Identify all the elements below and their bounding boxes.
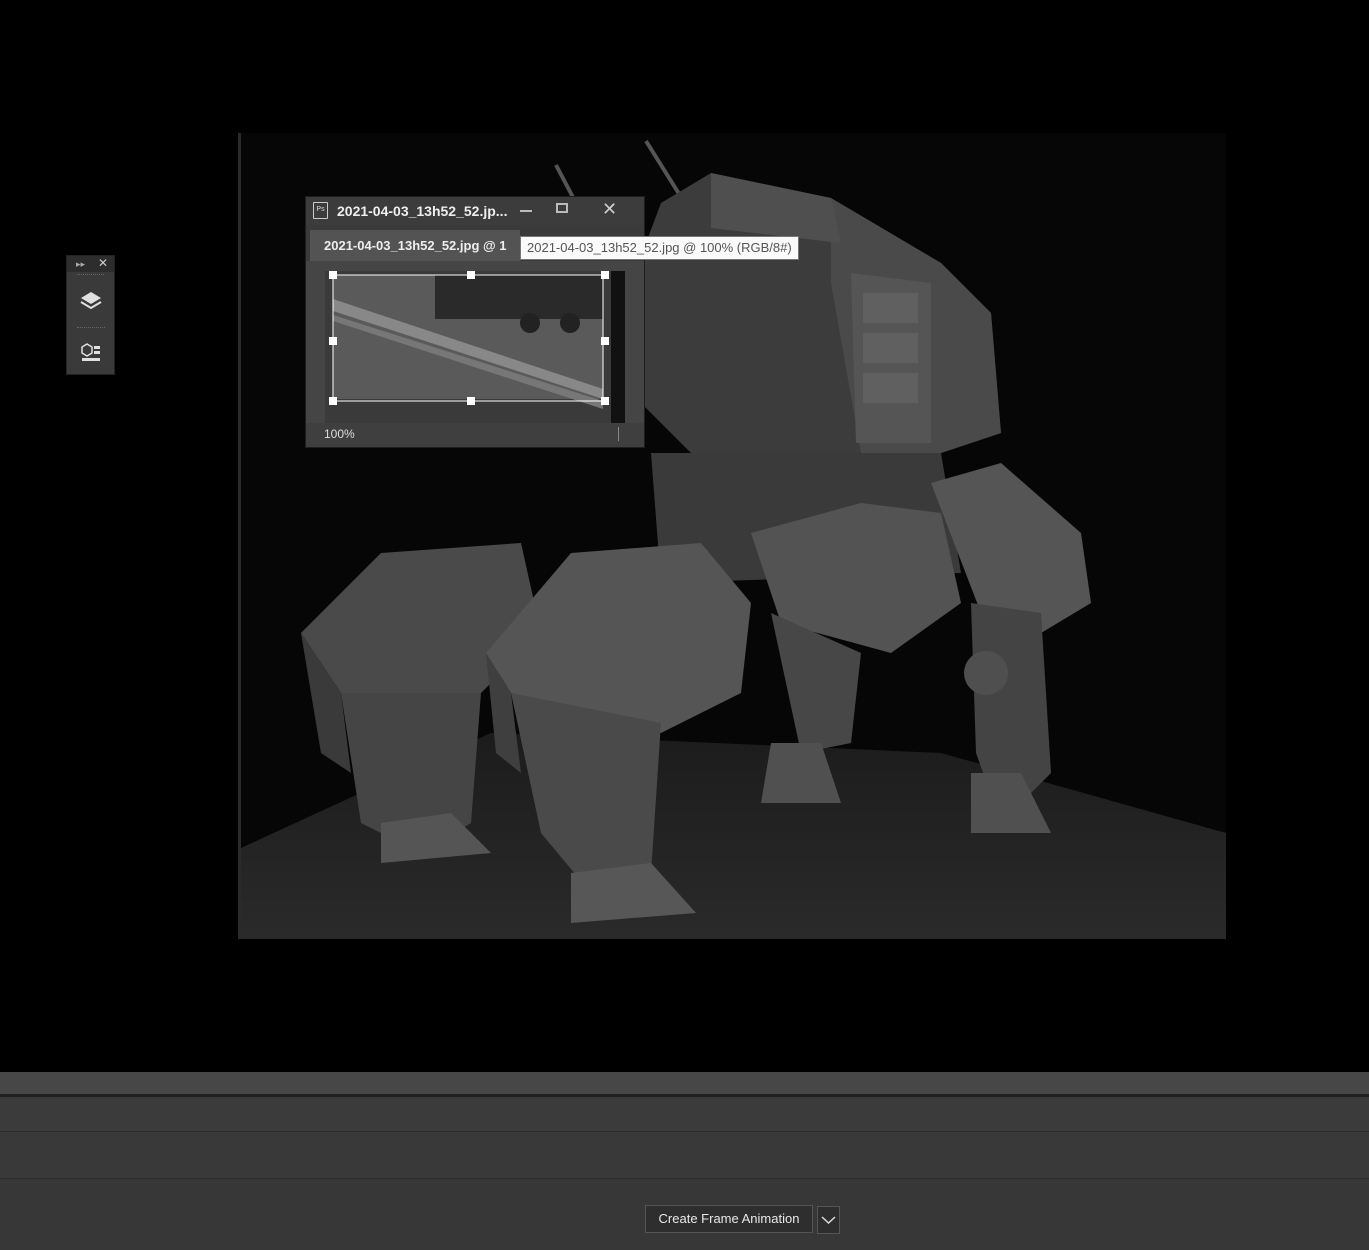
close-window-button[interactable]: ✕ [602, 199, 617, 219]
layers-button[interactable] [75, 286, 107, 316]
create-frame-animation-button[interactable]: Create Frame Animation [645, 1205, 813, 1233]
timeline-toolbar [0, 1097, 1369, 1132]
close-panel-icon[interactable]: ✕ [98, 257, 108, 270]
zoom-level[interactable]: 100% [324, 427, 355, 441]
document-tooltip: 2021-04-03_13h52_52.jpg @ 100% (RGB/8#) [520, 236, 799, 260]
chevron-down-icon [821, 1216, 836, 1225]
layers-icon [80, 292, 102, 310]
window-titlebar[interactable]: Ps 2021-04-03_13h52_52.jp... ✕ [306, 197, 644, 225]
window-title: 2021-04-03_13h52_52.jp... [337, 203, 508, 219]
panel-header[interactable]: ▸▸ ✕ [67, 256, 114, 272]
timeline-track [0, 1132, 1369, 1179]
navigator-window: Ps 2021-04-03_13h52_52.jp... ✕ 2021-04-0… [305, 196, 645, 448]
navigator-thumbnail [325, 271, 625, 423]
timeline-header [0, 1072, 1369, 1094]
photoshop-icon: Ps [313, 202, 328, 219]
minimize-button[interactable] [520, 210, 532, 212]
floating-tools-panel: ▸▸ ✕ [66, 255, 115, 375]
panel-grip-2 [77, 327, 105, 328]
3d-properties-icon [81, 343, 100, 361]
3d-properties-button[interactable] [75, 337, 107, 367]
collapse-panel-icon[interactable]: ▸▸ [76, 258, 85, 270]
timeline-mode-dropdown[interactable] [817, 1206, 840, 1234]
navigator-footer: 100% [306, 423, 644, 447]
document-tab[interactable]: 2021-04-03_13h52_52.jpg @ 1 [310, 230, 520, 261]
maximize-button[interactable] [556, 203, 568, 213]
document-tab-label: 2021-04-03_13h52_52.jpg @ 1 [324, 238, 507, 253]
zoom-divider [618, 427, 619, 441]
document-workspace [0, 0, 1369, 1072]
navigator-preview[interactable] [325, 271, 625, 423]
panel-grip[interactable] [77, 274, 104, 279]
